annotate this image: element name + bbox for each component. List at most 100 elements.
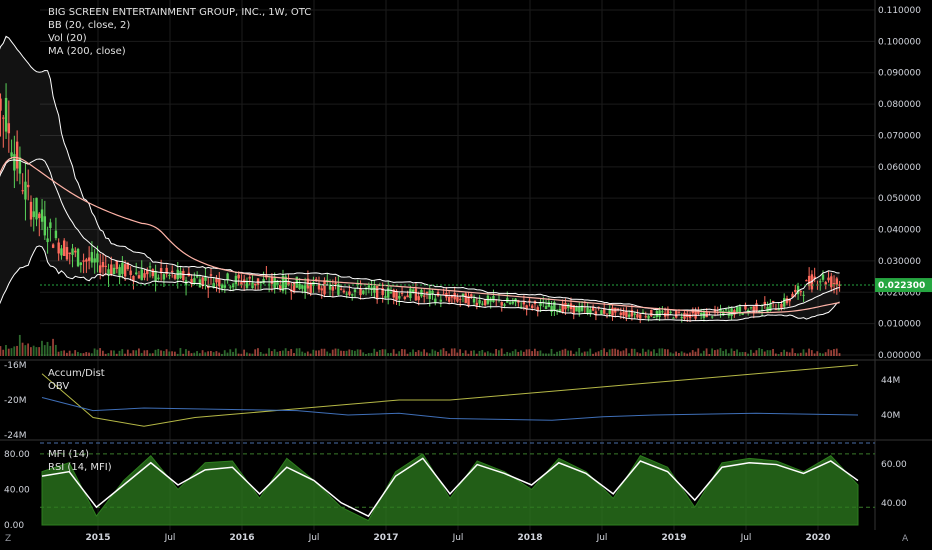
volume-bar	[428, 353, 431, 356]
bottom-left-glyph[interactable]: Z	[5, 534, 11, 544]
volume-bar	[630, 348, 633, 356]
candle-body	[389, 292, 393, 294]
volume-bar	[27, 343, 30, 356]
price-tick-label: 0.030000	[878, 257, 921, 267]
volume-bar	[437, 351, 439, 356]
candle-body	[547, 301, 551, 307]
osc-left-tick: 80.00	[4, 450, 30, 460]
volume-bar	[628, 353, 630, 356]
candle-body	[4, 97, 8, 132]
price-tick-label: 0.040000	[878, 226, 921, 236]
volume-bar	[658, 348, 661, 356]
candle-body	[43, 216, 47, 236]
accum-left-tick: -24M	[4, 431, 26, 441]
volume-bar	[356, 349, 359, 356]
volume-bar	[207, 351, 210, 356]
volume-bar	[60, 350, 63, 356]
volume-bar	[276, 351, 279, 356]
volume-bar	[85, 352, 88, 356]
volume-bar	[234, 348, 237, 356]
volume-bar	[345, 350, 348, 356]
volume-bar	[605, 352, 608, 356]
candle-body	[367, 285, 371, 288]
stock-chart[interactable]: 2015 Jul 2016 Jul 2017 Jul 2018 Jul 2019 Jul 2020 0…	[0, 0, 932, 550]
candle-body	[805, 280, 808, 282]
volume-bar	[511, 351, 514, 356]
volume-bar	[365, 353, 367, 356]
volume-bar	[669, 352, 672, 356]
candle-body	[647, 315, 650, 319]
candle-body	[331, 286, 335, 291]
candle-body	[735, 306, 739, 313]
volume-bar	[334, 348, 337, 356]
volume-bar	[221, 353, 223, 356]
volume-bar	[553, 353, 556, 356]
volume-bar	[248, 353, 251, 356]
candle-body	[87, 257, 91, 261]
volume-bar	[348, 349, 351, 356]
volume-bar	[766, 350, 769, 356]
candle-body	[10, 152, 13, 157]
candle-body	[414, 288, 418, 301]
x-tick-label: Jul	[452, 533, 464, 543]
volume-bar	[268, 348, 270, 356]
volume-bar	[38, 347, 41, 356]
candle-body	[298, 283, 301, 289]
legend-rsi: RSI (14, MFI)	[48, 462, 112, 473]
volume-bar	[193, 352, 196, 356]
candle-body	[342, 290, 346, 293]
candle-body	[611, 307, 614, 316]
bottom-right-glyph[interactable]: A	[902, 534, 908, 544]
volume-bar	[63, 350, 66, 356]
volume-bar	[409, 352, 412, 356]
volume-bar	[165, 349, 168, 356]
volume-bar	[329, 353, 331, 356]
volume-bar	[71, 353, 74, 356]
volume-bar	[151, 353, 154, 356]
candle-body	[650, 309, 653, 317]
candle-body	[627, 314, 631, 317]
volume-bar	[597, 351, 600, 356]
volume-bar	[187, 350, 190, 356]
volume-bar	[417, 350, 420, 356]
volume-bar	[506, 351, 509, 356]
candle-body	[508, 302, 512, 305]
volume-bar	[403, 349, 406, 356]
candle-body	[79, 262, 83, 265]
candle-body	[522, 301, 526, 305]
candle-body	[481, 303, 484, 305]
candle-body	[586, 307, 589, 314]
volume-bar	[473, 350, 475, 356]
volume-bar	[569, 350, 572, 356]
volume-bar	[453, 348, 456, 356]
volume-bar	[342, 350, 345, 356]
candle-body	[323, 280, 326, 295]
volume-bar	[254, 349, 257, 356]
volume-bar	[619, 351, 622, 356]
volume-bar	[533, 348, 536, 356]
volume-bar	[725, 349, 727, 356]
volume-bar	[785, 351, 788, 356]
candle-body	[384, 296, 387, 298]
volume-bar	[744, 352, 747, 356]
candle-body	[68, 252, 71, 255]
candle-body	[755, 303, 758, 312]
volume-bar	[769, 350, 772, 356]
candle-body	[35, 197, 38, 220]
volume-bar	[614, 348, 617, 356]
volume-bar	[43, 345, 46, 356]
volume-bar	[666, 349, 669, 356]
volume-bar	[509, 352, 511, 356]
volume-bar	[484, 352, 486, 356]
volume-bar	[589, 348, 592, 356]
candle-body	[85, 259, 88, 262]
candle-body	[270, 276, 274, 284]
volume-bar	[406, 353, 409, 356]
candle-body	[51, 244, 55, 248]
candle-body	[193, 278, 196, 283]
volume-bar	[556, 351, 558, 356]
volume-bar	[157, 348, 160, 356]
price-tick-label: 0.090000	[878, 69, 921, 79]
candle-body	[234, 275, 238, 285]
candle-body	[13, 154, 16, 171]
